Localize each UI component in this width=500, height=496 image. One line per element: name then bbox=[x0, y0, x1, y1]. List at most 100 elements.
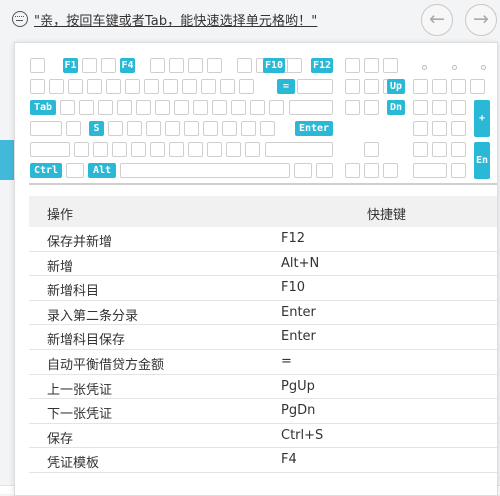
key bbox=[432, 100, 447, 115]
key bbox=[207, 142, 222, 157]
keyboard-diagram: F1 F4 F10 F12 = Up Tab Dn + S Enter En Ctrl Alt bbox=[15, 43, 497, 185]
key bbox=[265, 142, 333, 157]
key bbox=[364, 100, 379, 115]
key bbox=[68, 79, 83, 94]
keyboard-icon[interactable] bbox=[12, 11, 28, 27]
key-tab: Tab bbox=[30, 100, 56, 115]
key-f12: F12 bbox=[311, 58, 333, 73]
key bbox=[165, 121, 180, 136]
key bbox=[432, 79, 447, 94]
key bbox=[237, 58, 252, 73]
forward-button[interactable]: → bbox=[465, 4, 497, 36]
table-row: 新增科目保存 Enter bbox=[29, 325, 497, 350]
key bbox=[289, 100, 333, 115]
arrow-left-icon: ← bbox=[429, 8, 445, 30]
key bbox=[60, 100, 75, 115]
hint-link[interactable]: "亲，按回车键或者Tab，能快速选择单元格哟！" bbox=[34, 10, 317, 29]
key bbox=[432, 142, 447, 157]
key bbox=[112, 142, 127, 157]
key bbox=[127, 121, 142, 136]
shortcut-action: 保存并新增 bbox=[47, 235, 113, 250]
shortcut-action: 凭证模板 bbox=[47, 456, 100, 472]
key bbox=[226, 142, 241, 157]
key bbox=[413, 163, 447, 178]
shortcut-key: PgDn bbox=[281, 403, 316, 419]
key bbox=[163, 79, 178, 94]
key bbox=[93, 142, 108, 157]
key bbox=[131, 142, 146, 157]
key bbox=[364, 58, 379, 73]
key bbox=[364, 142, 379, 157]
key bbox=[150, 142, 165, 157]
key bbox=[30, 142, 70, 157]
key bbox=[155, 100, 170, 115]
table-row: 新增 Alt+N bbox=[29, 252, 497, 277]
key bbox=[250, 100, 265, 115]
key bbox=[316, 163, 333, 178]
indicator-light bbox=[422, 65, 427, 70]
key-up: Up bbox=[387, 79, 405, 94]
table-row: 凭证模板 F4 bbox=[29, 448, 497, 473]
key bbox=[413, 121, 428, 136]
key bbox=[207, 58, 222, 73]
key bbox=[87, 79, 102, 94]
key bbox=[451, 142, 466, 157]
back-button[interactable]: ← bbox=[421, 4, 453, 36]
shortcut-key: F10 bbox=[281, 280, 306, 296]
key bbox=[30, 121, 62, 136]
table-row: 保存 Ctrl+S bbox=[29, 424, 497, 449]
key bbox=[383, 58, 398, 73]
key bbox=[239, 79, 254, 94]
key bbox=[201, 79, 216, 94]
key bbox=[182, 79, 197, 94]
key bbox=[49, 79, 64, 94]
indicator-light bbox=[452, 65, 457, 70]
key-ctrl: Ctrl bbox=[30, 163, 62, 178]
key bbox=[117, 100, 132, 115]
indicator-light bbox=[481, 65, 486, 70]
key bbox=[260, 121, 275, 136]
key bbox=[203, 121, 218, 136]
key bbox=[222, 121, 237, 136]
key bbox=[98, 100, 113, 115]
key bbox=[413, 100, 428, 115]
table-row: 上一张凭证 PgUp bbox=[29, 375, 497, 400]
hint-bar: "亲，按回车键或者Tab，能快速选择单元格哟！" ← → bbox=[0, 0, 500, 40]
shortcut-action: 新增科目 bbox=[47, 284, 100, 300]
key bbox=[212, 100, 227, 115]
key bbox=[413, 79, 428, 94]
shortcut-action: 录入第二条分录 bbox=[47, 308, 139, 324]
key bbox=[432, 121, 447, 136]
keyboard-divider bbox=[29, 183, 497, 185]
shortcut-table: 操作 快捷键 保存并新增 F12 新增 Alt+N 新增科目 F10 录入第二条分录 Ente… bbox=[29, 196, 497, 473]
header-key: 快捷键 bbox=[367, 208, 407, 223]
key bbox=[345, 58, 360, 73]
key bbox=[144, 79, 159, 94]
table-row: 下一张凭证 PgDn bbox=[29, 399, 497, 424]
key bbox=[174, 100, 189, 115]
key-plus: + bbox=[474, 100, 490, 137]
header-action: 操作 bbox=[47, 208, 74, 223]
table-row: 自动平衡借贷方金额 = bbox=[29, 350, 497, 375]
key-en: En bbox=[474, 142, 490, 179]
key bbox=[193, 100, 208, 115]
key bbox=[231, 100, 246, 115]
key bbox=[82, 58, 97, 73]
key-f4: F4 bbox=[120, 58, 135, 73]
shortcut-action: 新增 bbox=[47, 259, 74, 275]
key bbox=[451, 163, 466, 178]
key bbox=[188, 58, 203, 73]
key bbox=[245, 142, 260, 157]
shortcut-key: Alt+N bbox=[281, 255, 320, 271]
key bbox=[120, 163, 290, 178]
shortcut-key: = bbox=[281, 353, 292, 369]
key bbox=[74, 142, 89, 157]
arrow-right-icon: → bbox=[473, 8, 489, 30]
shortcut-key: F12 bbox=[281, 231, 306, 246]
key bbox=[364, 79, 379, 94]
key bbox=[220, 79, 235, 94]
key-s: S bbox=[89, 121, 104, 136]
key bbox=[66, 163, 84, 178]
key bbox=[101, 58, 116, 73]
key bbox=[294, 163, 312, 178]
